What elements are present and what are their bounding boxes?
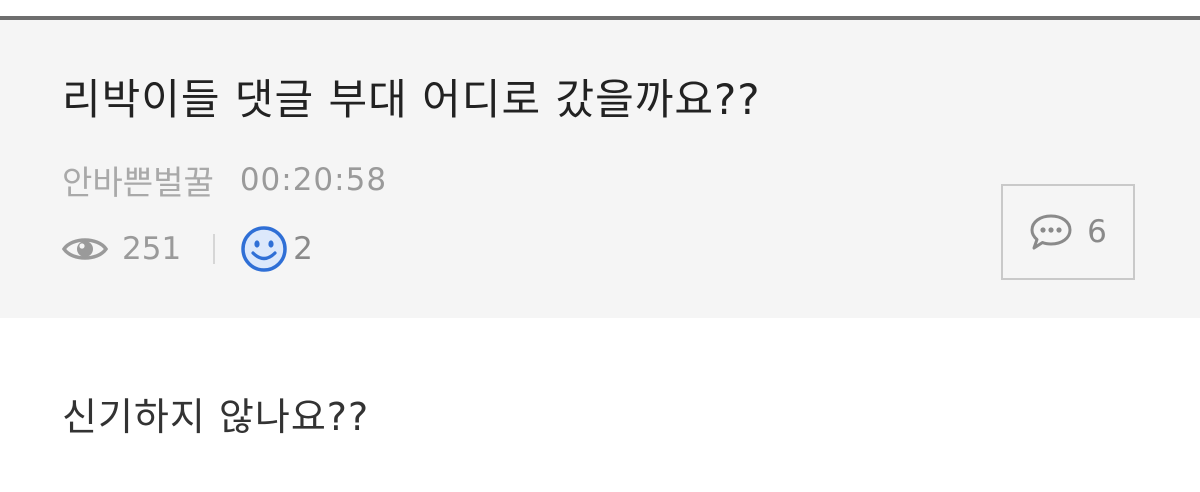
post-time: 00:20:58 [239,162,388,198]
comment-count: 6 [1087,214,1107,250]
post-stats: 251 2 [61,224,313,274]
comment-count-button[interactable]: 6 [1001,184,1135,280]
eye-icon [61,234,109,264]
post-meta: 안바쁜벌꿀 00:20:58 [62,158,387,202]
speech-bubble-icon [1029,213,1073,251]
view-count: 251 [122,231,182,267]
like-count: 2 [293,231,313,267]
post-title: 리박이들 댓글 부대 어디로 갔을까요?? [62,75,761,124]
smile-icon[interactable] [239,224,289,274]
stat-divider [213,234,216,264]
post-body: 신기하지 않나요?? [62,395,370,439]
post-view: 리박이들 댓글 부대 어디로 갔을까요?? 안바쁜벌꿀 00:20:58 251… [0,0,1200,492]
author-name[interactable]: 안바쁜벌꿀 [62,156,214,204]
